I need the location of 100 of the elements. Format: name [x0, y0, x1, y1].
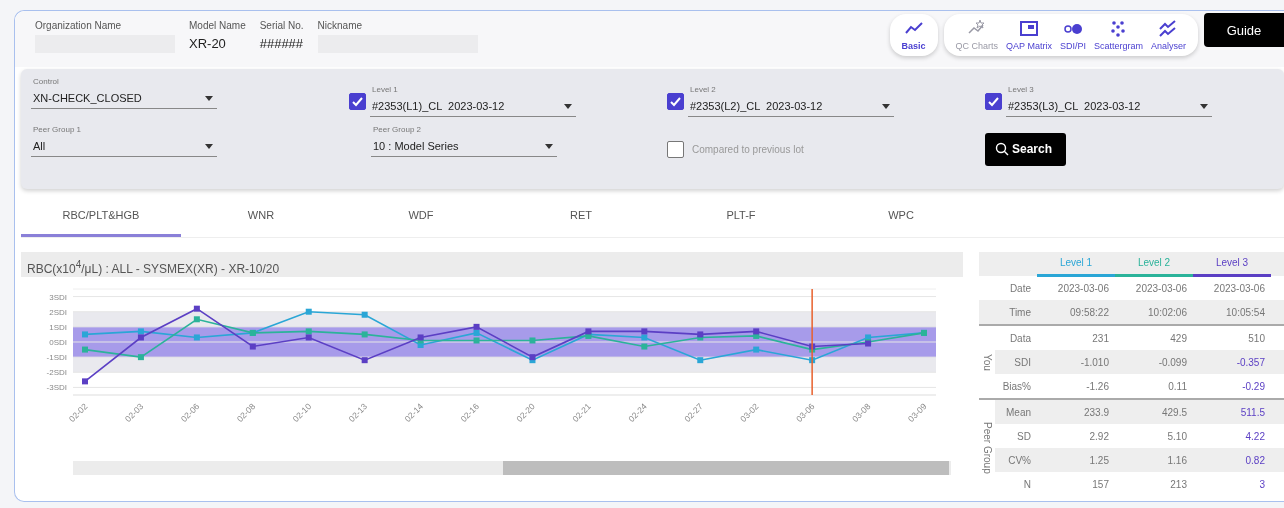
- toolbar-button[interactable]: Analyser: [1147, 16, 1190, 54]
- point: [361, 357, 368, 364]
- table-cell-text: 4.22: [1244, 430, 1266, 442]
- guide-button[interactable]: Guide: [1204, 13, 1284, 47]
- table-cell-text: 429.5: [1160, 406, 1188, 418]
- chart-title: RBC(x10$^{4}$/μL) : ALL - SYSMEX(XR) - XR-10/20: [21, 252, 963, 277]
- table-cell-text: -1.26: [1085, 380, 1110, 392]
- point: [82, 331, 88, 338]
- table-cell-text: 213: [1169, 478, 1188, 490]
- point: [641, 343, 648, 350]
- point: [753, 346, 760, 353]
- toolbar-button[interactable]: SDI/PI: [1055, 16, 1090, 54]
- table-cell-text: 0.82: [1244, 454, 1266, 466]
- table-cell-text: 5.10: [1166, 430, 1188, 442]
- search-button[interactable]: Search: [985, 132, 1067, 166]
- row-label: Date: [1008, 282, 1032, 294]
- tab[interactable]: PLT-F: [661, 195, 821, 237]
- checkbox[interactable]: [667, 140, 684, 158]
- group-label: You: [981, 353, 993, 371]
- point: [305, 328, 312, 335]
- tab[interactable]: RBC/PLT&HGB: [21, 195, 181, 237]
- point: [641, 334, 648, 341]
- tab[interactable]: WNR: [181, 195, 341, 237]
- point: [305, 334, 312, 341]
- table-cell-text: -0.357: [1235, 356, 1266, 368]
- toolbar-button[interactable]: QAP Matrix: [1002, 16, 1056, 54]
- point: [473, 337, 480, 344]
- checkbox[interactable]: [349, 92, 366, 110]
- dropdown[interactable]: #2353(L3)_CL 2023-03-12: [1006, 96, 1212, 117]
- table-cell-text: 2023-03-06: [1134, 282, 1188, 294]
- table-cell-text: 231: [1091, 332, 1110, 344]
- field-label: Organization Name: [35, 20, 123, 31]
- column-header: Level 3: [1193, 252, 1271, 277]
- point: [361, 331, 368, 338]
- toolbar-button[interactable]: Basic: [897, 16, 930, 54]
- caret-icon: [205, 95, 213, 101]
- search-icon: [995, 142, 1009, 156]
- table-cell-text: -0.29: [1241, 380, 1266, 392]
- field-value: ######: [259, 35, 304, 53]
- field-label: Nickname: [317, 20, 364, 31]
- row-label: N: [1022, 478, 1032, 490]
- point: [137, 328, 144, 335]
- table-cell-text: -1.010: [1079, 356, 1110, 368]
- table-cell-text: 1.16: [1166, 454, 1188, 466]
- y-tick-label: 1SDI: [49, 322, 67, 332]
- row-label: SDI: [1013, 356, 1032, 368]
- toolbar-button[interactable]: Scattergram: [1089, 16, 1147, 54]
- dropdown[interactable]: 10 : Model Series: [371, 136, 557, 157]
- dropdown[interactable]: All: [31, 136, 217, 157]
- caret-icon: [1200, 103, 1208, 109]
- checkbox[interactable]: [667, 92, 684, 110]
- point: [249, 343, 256, 350]
- point: [697, 357, 704, 364]
- window-icon: [1019, 19, 1039, 39]
- row-label: CV%: [1007, 454, 1032, 466]
- point: [361, 311, 368, 318]
- row-label: Mean: [1005, 406, 1032, 418]
- table-cell-text: 3: [1258, 478, 1266, 490]
- point: [82, 346, 88, 353]
- checkbox[interactable]: [985, 92, 1002, 110]
- field-label: Control: [32, 77, 60, 86]
- point: [193, 334, 200, 341]
- tab[interactable]: WDF: [341, 195, 501, 237]
- table-cell-text: 09:58:22: [1069, 306, 1110, 318]
- caret-icon: [882, 103, 890, 109]
- field-label: Level 1: [371, 85, 399, 94]
- point: [137, 334, 144, 341]
- dropdown[interactable]: #2353(L2)_CL 2023-03-12: [688, 96, 894, 117]
- caret-icon: [545, 143, 553, 149]
- field-label: Level 3: [1007, 85, 1035, 94]
- point: [137, 354, 144, 361]
- point: [753, 328, 760, 335]
- table-cell-text: 2023-03-06: [1212, 282, 1266, 294]
- tab[interactable]: RET: [501, 195, 661, 237]
- field-label: Model Name: [189, 20, 246, 31]
- point: [305, 308, 312, 315]
- dropdown[interactable]: XN-CHECK_CLOSED: [31, 88, 217, 109]
- column-header: Level 2: [1115, 252, 1193, 277]
- y-tick-label: 0SDI: [49, 338, 67, 347]
- table-cell-text: 2.92: [1088, 430, 1110, 442]
- point: [193, 316, 200, 323]
- table-cell-text: 10:05:54: [1225, 306, 1266, 318]
- row-label: Data: [1008, 332, 1032, 344]
- table-cell-text: 2023-03-06: [1056, 282, 1110, 294]
- y-tick-label: 2SDI: [49, 307, 67, 317]
- table-cell-text: 10:02:06: [1147, 306, 1188, 318]
- table-cell-text: 157: [1091, 478, 1110, 490]
- scrollbar[interactable]: [73, 461, 951, 475]
- caret-icon: [205, 143, 213, 149]
- field-label: Level 2: [689, 85, 717, 94]
- field-value: XR-20: [189, 35, 227, 53]
- point: [82, 378, 88, 385]
- point: [473, 323, 480, 330]
- table-cell-text: 1.25: [1088, 454, 1110, 466]
- point: [529, 337, 536, 344]
- tab[interactable]: WPC: [821, 195, 981, 237]
- dropdown[interactable]: #2353(L1)_CL 2023-03-12: [370, 96, 576, 117]
- field-label: Serial No.: [259, 20, 304, 31]
- table-cell-text: 511.5: [1239, 406, 1266, 418]
- point: [473, 329, 480, 336]
